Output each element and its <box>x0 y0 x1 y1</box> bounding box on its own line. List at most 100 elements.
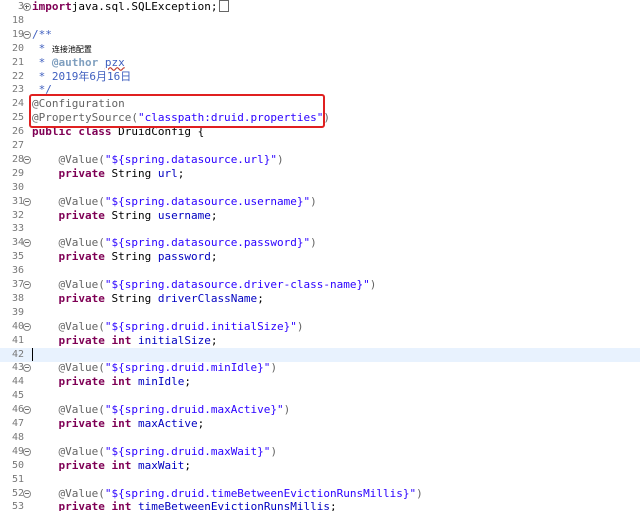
code-token: ) <box>323 111 331 125</box>
fold-minus-icon[interactable] <box>23 155 31 164</box>
code-line[interactable]: 37 @Value("${spring.datasource.driver-cl… <box>0 278 640 292</box>
fold-minus-icon[interactable] <box>23 281 31 289</box>
code-line[interactable]: 18 <box>0 14 640 28</box>
code-line[interactable]: 32 private String username; <box>0 209 640 223</box>
code-line[interactable]: 40 @Value("${spring.druid.initialSize}") <box>0 320 640 334</box>
code-text: @Value("${spring.druid.initialSize}") <box>32 320 304 334</box>
code-line[interactable]: 45 <box>0 389 640 403</box>
code-line[interactable]: 51 <box>0 473 640 487</box>
code-line[interactable]: 30 <box>0 181 640 195</box>
code-token: "${spring.datasource.url}" <box>104 152 278 166</box>
code-line[interactable]: 26 public class DruidConfig { <box>0 125 640 139</box>
code-line[interactable]: 39 <box>0 306 640 320</box>
code-line[interactable]: 48 <box>0 431 640 445</box>
line-number: 30 <box>11 181 24 193</box>
code-token: ; <box>210 250 218 264</box>
code-token: "${spring.druid.maxWait}" <box>104 444 271 458</box>
code-token: private <box>58 166 105 180</box>
code-token: private <box>58 250 105 264</box>
code-token: "classpath:druid.properties" <box>137 111 324 125</box>
code-token: "${spring.druid.timeBetweenEvictionRunsM… <box>104 486 417 500</box>
code-line[interactable]: 21 * @author pzx <box>0 56 640 70</box>
line-number: 19 <box>11 28 24 40</box>
code-line[interactable]: 38 private String driverClassName; <box>0 292 640 306</box>
code-token: @Value( <box>58 152 105 166</box>
code-line[interactable]: 23 */ <box>0 83 640 97</box>
code-line[interactable]: 34 @Value("${spring.datasource.password}… <box>0 236 640 250</box>
fold-plus-icon[interactable] <box>23 3 31 11</box>
code-line[interactable]: 46 @Value("${spring.druid.maxActive}") <box>0 403 640 417</box>
code-line[interactable]: 28 @Value("${spring.datasource.url}") <box>0 153 640 167</box>
code-line[interactable]: 3 importjava.sql.SQLException; <box>0 0 640 14</box>
code-token: @Value( <box>58 403 105 417</box>
code-editor[interactable]: 3 importjava.sql.SQLException; 18 19 /** 20 *… <box>0 0 640 511</box>
line-number: 42 <box>11 348 24 360</box>
code-line[interactable]: 25 @PropertySource("classpath:druid.prope… <box>0 111 640 125</box>
code-line[interactable]: 49 @Value("${spring.druid.maxWait}") <box>0 445 640 459</box>
fold-minus-icon[interactable] <box>23 447 31 456</box>
code-token: String <box>104 291 158 305</box>
code-line[interactable]: 27 <box>0 139 640 153</box>
code-token: @author <box>51 55 99 69</box>
code-line[interactable]: 53 private int timeBetweenEvictionRunsMi… <box>0 500 640 511</box>
code-token: ; <box>257 291 264 305</box>
fold-minus-icon[interactable] <box>23 489 31 498</box>
code-line[interactable]: 42 <box>0 347 640 362</box>
fold-minus-icon[interactable] <box>23 30 31 39</box>
line-number: 31 <box>11 195 24 207</box>
code-line[interactable]: 20 * 连接池配置 <box>0 42 640 56</box>
code-line[interactable]: 24 @Configuration <box>0 97 640 111</box>
fold-minus-icon[interactable] <box>23 364 31 373</box>
code-line[interactable]: 19 /** <box>0 28 640 42</box>
code-token: * 2019年6月16日 <box>32 69 132 83</box>
code-line[interactable]: 35 private String password; <box>0 250 640 264</box>
code-token: private int <box>58 375 132 389</box>
line-number: 28 <box>11 153 24 165</box>
line-number: 48 <box>11 431 24 443</box>
code-token: username <box>157 208 211 222</box>
code-line[interactable]: 44 private int minIdle; <box>0 375 640 389</box>
code-text: @Value("${spring.druid.minIdle}") <box>32 361 278 375</box>
code-line[interactable]: 31 @Value("${spring.datasource.username}… <box>0 195 640 209</box>
code-line[interactable]: 22 * 2019年6月16日 <box>0 70 640 84</box>
line-number: 36 <box>11 265 24 277</box>
code-token: String <box>104 250 158 264</box>
code-token: private int <box>58 333 132 347</box>
line-number: 47 <box>11 418 24 429</box>
line-number: 24 <box>11 98 24 110</box>
collapsed-imports-icon[interactable] <box>219 0 230 12</box>
code-line[interactable]: 50 private int maxWait; <box>0 459 640 473</box>
fold-minus-icon[interactable] <box>23 197 31 206</box>
code-line[interactable]: 52 @Value("${spring.druid.timeBetweenEvi… <box>0 487 640 501</box>
fold-minus-icon[interactable] <box>23 239 31 248</box>
code-line[interactable]: 33 <box>0 222 640 236</box>
line-number: 44 <box>11 376 24 388</box>
code-token: pzx <box>104 55 125 69</box>
code-token: maxActive <box>137 417 198 430</box>
code-line[interactable]: 43 @Value("${spring.druid.minIdle}") <box>0 361 640 375</box>
fold-minus-icon[interactable] <box>23 322 31 331</box>
code-token: */ <box>32 83 52 97</box>
code-token: "${spring.druid.initialSize}" <box>104 319 297 333</box>
code-token: /** <box>32 27 52 41</box>
code-line[interactable]: 47 private int maxActive; <box>0 417 640 431</box>
code-line[interactable]: 29 private String url; <box>0 167 640 181</box>
code-line[interactable]: 41 private int initialSize; <box>0 334 640 348</box>
line-number: 40 <box>11 320 24 332</box>
code-text: private int maxWait; <box>32 459 191 473</box>
line-number: 53 <box>11 501 24 511</box>
code-token: String <box>104 166 158 180</box>
fold-minus-icon[interactable] <box>23 406 31 415</box>
code-token: "${spring.datasource.password}" <box>104 236 311 250</box>
line-number: 51 <box>11 473 24 485</box>
code-line[interactable]: 36 <box>0 264 640 278</box>
code-text: /** <box>32 28 52 42</box>
line-number: 33 <box>11 223 24 235</box>
